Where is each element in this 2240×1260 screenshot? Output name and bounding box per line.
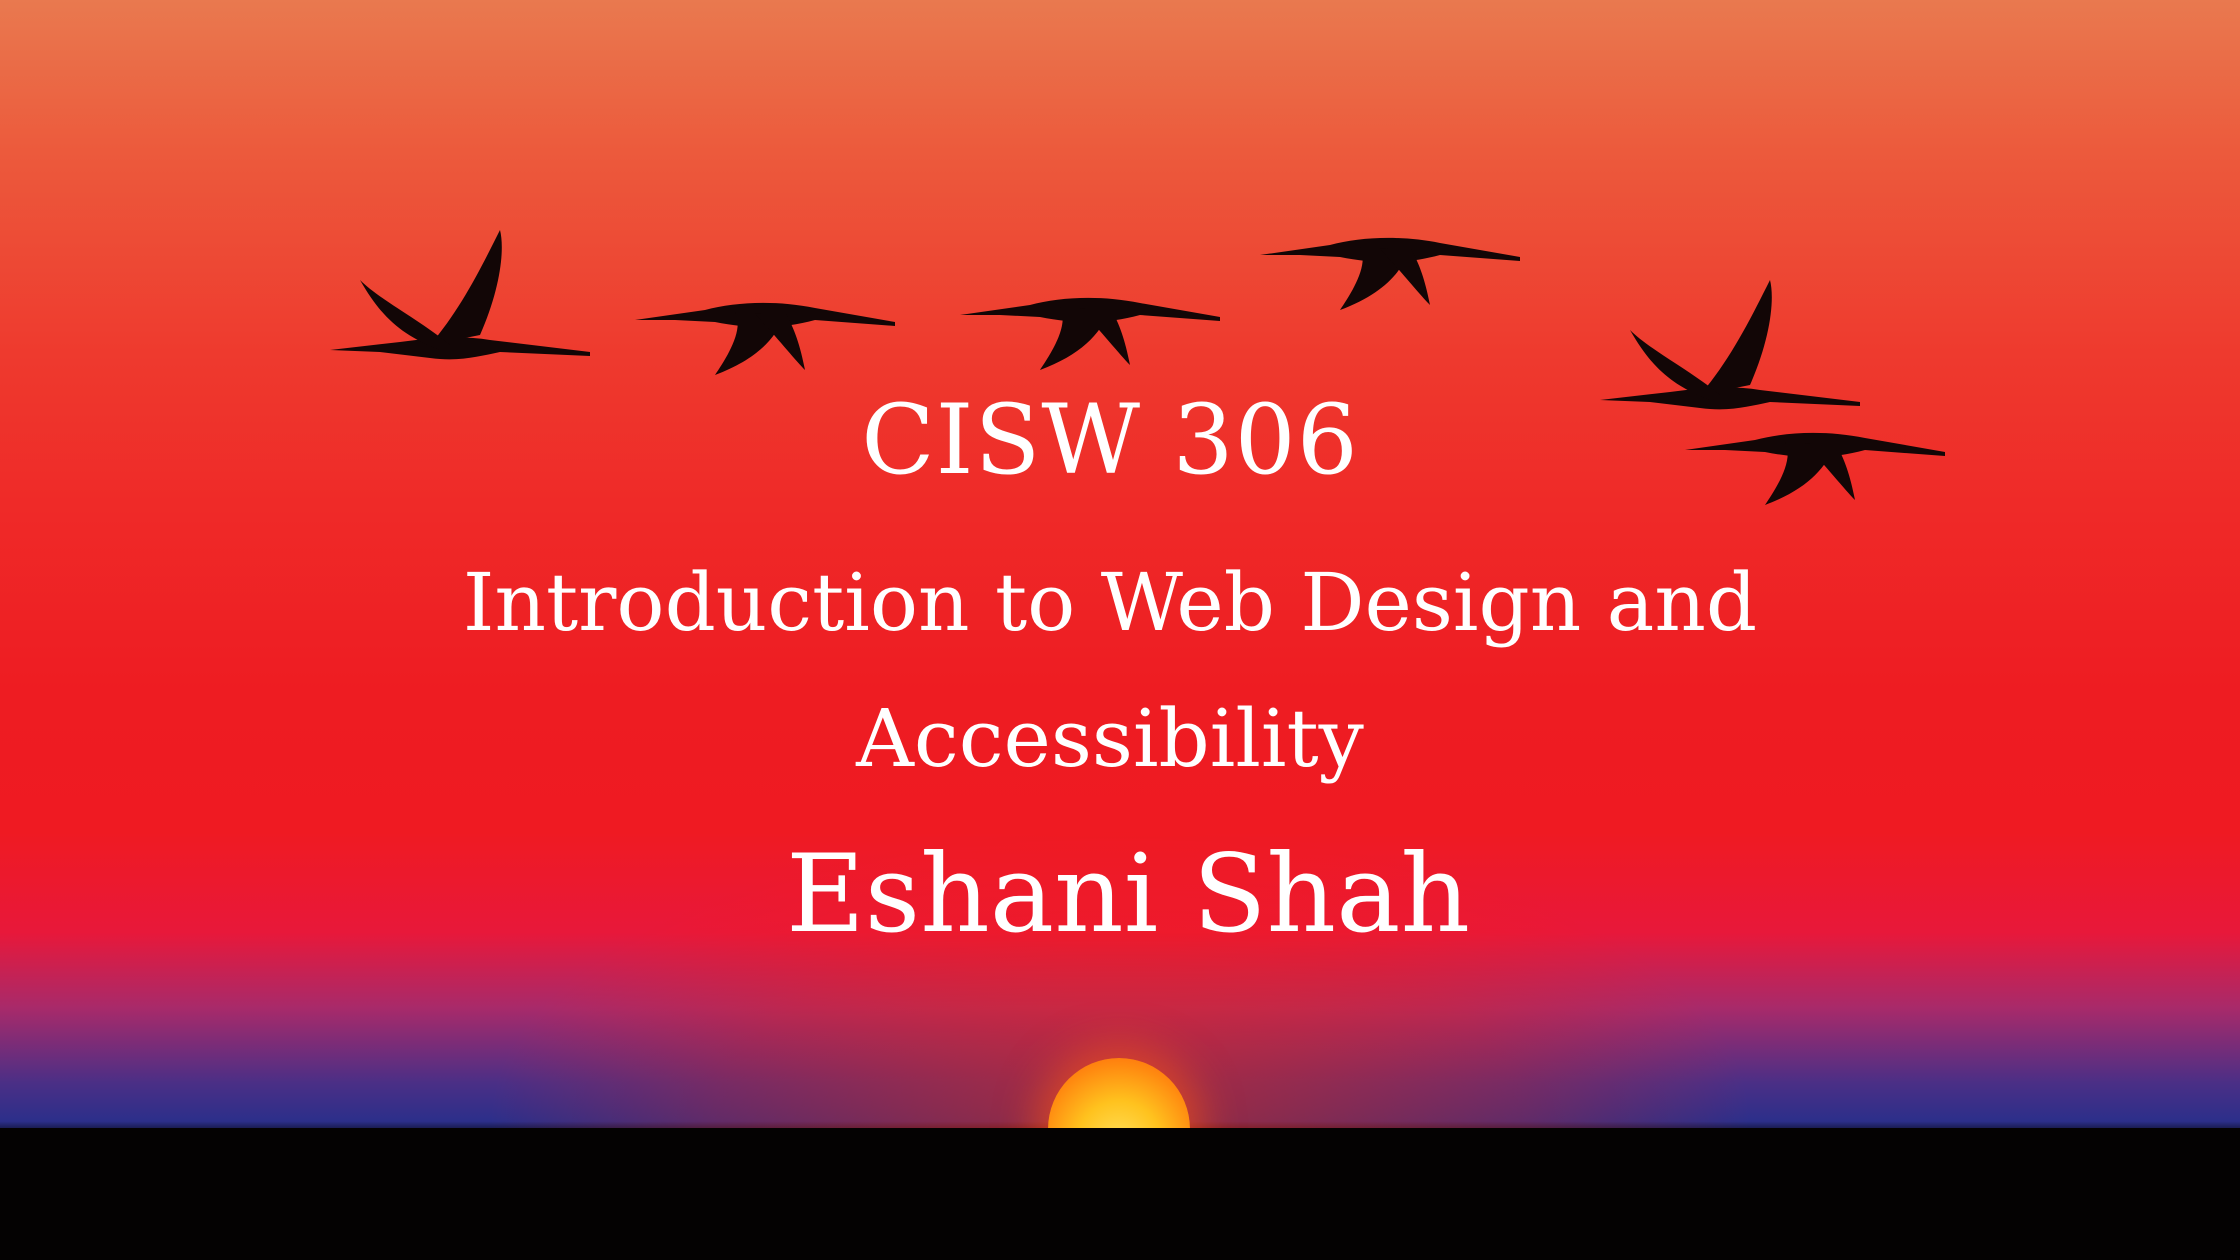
instructor-name: Eshani Shah xyxy=(785,832,1471,957)
course-title-line2: Accessibility xyxy=(856,692,1364,785)
crane-silhouette-icon xyxy=(635,302,895,375)
crane-silhouette-icon xyxy=(330,230,590,360)
course-code: CISW 306 xyxy=(861,384,1359,496)
title-slide: CISW 306 Introduction to Web Design and … xyxy=(0,0,2240,1260)
course-title-line1: Introduction to Web Design and xyxy=(462,556,1758,649)
course-title: Introduction to Web Design and Accessibi… xyxy=(0,535,2230,807)
crane-silhouette-icon xyxy=(1260,237,1520,310)
crane-silhouette-icon xyxy=(960,297,1220,370)
